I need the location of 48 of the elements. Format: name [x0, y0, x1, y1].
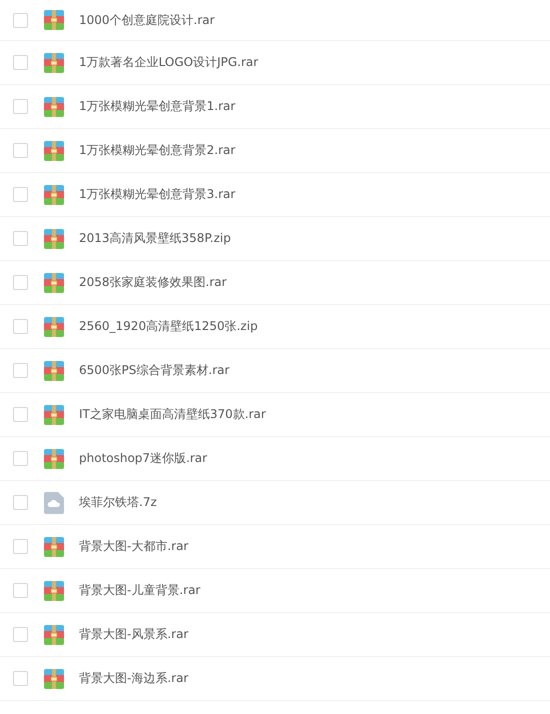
archive-icon [44, 52, 64, 72]
file-name[interactable]: photoshop7迷你版.rar [79, 450, 208, 467]
file-name[interactable]: 背景大图-大都市.rar [79, 538, 188, 555]
archive-icon [44, 316, 64, 336]
checkbox[interactable] [13, 671, 28, 686]
file-name[interactable]: 1万张模糊光晕创意背景1.rar [79, 98, 236, 115]
checkbox[interactable] [13, 583, 28, 598]
file-name[interactable]: IT之家电脑桌面高清壁纸370款.rar [79, 406, 266, 423]
archive-icon [44, 580, 64, 600]
file-name[interactable]: 6500张PS综合背景素材.rar [79, 362, 230, 379]
archive-icon [44, 272, 64, 292]
checkbox[interactable] [13, 55, 28, 70]
file-name[interactable]: 2560_1920高清壁纸1250张.zip [79, 318, 258, 335]
cloud-file-icon [44, 492, 64, 514]
file-name[interactable]: 埃菲尔铁塔.7z [79, 494, 157, 511]
checkbox[interactable] [13, 495, 28, 510]
checkbox[interactable] [13, 143, 28, 158]
file-name[interactable]: 1000个创意庭院设计.rar [79, 12, 215, 28]
checkbox[interactable] [13, 231, 28, 246]
checkbox[interactable] [13, 319, 28, 334]
archive-icon [44, 184, 64, 204]
archive-icon [44, 96, 64, 116]
file-name[interactable]: 背景大图-海边系.rar [79, 670, 188, 687]
checkbox[interactable] [13, 539, 28, 554]
checkbox[interactable] [13, 187, 28, 202]
checkbox[interactable] [13, 407, 28, 422]
file-name[interactable]: 2013高清风景壁纸358P.zip [79, 230, 231, 247]
file-name[interactable]: 1万款著名企业LOGO设计JPG.rar [79, 54, 258, 71]
archive-icon [44, 668, 64, 688]
checkbox[interactable] [13, 363, 28, 378]
archive-icon [44, 624, 64, 644]
file-name[interactable]: 背景大图-风景系.rar [79, 626, 188, 643]
archive-icon [44, 536, 64, 556]
checkbox[interactable] [13, 627, 28, 642]
archive-icon [44, 360, 64, 380]
archive-icon [44, 140, 64, 160]
checkbox[interactable] [13, 451, 28, 466]
file-name[interactable]: 1万张模糊光晕创意背景2.rar [79, 142, 236, 159]
file-name[interactable]: 1万张模糊光晕创意背景3.rar [79, 186, 236, 203]
archive-icon [44, 10, 64, 30]
archive-icon [44, 448, 64, 468]
file-name[interactable]: 2058张家庭装修效果图.rar [79, 274, 227, 291]
checkbox[interactable] [13, 275, 28, 290]
file-name[interactable]: 背景大图-儿童背景.rar [79, 582, 200, 599]
checkbox[interactable] [13, 99, 28, 114]
checkbox[interactable] [13, 12, 28, 28]
archive-icon [44, 404, 64, 424]
archive-icon [44, 228, 64, 248]
